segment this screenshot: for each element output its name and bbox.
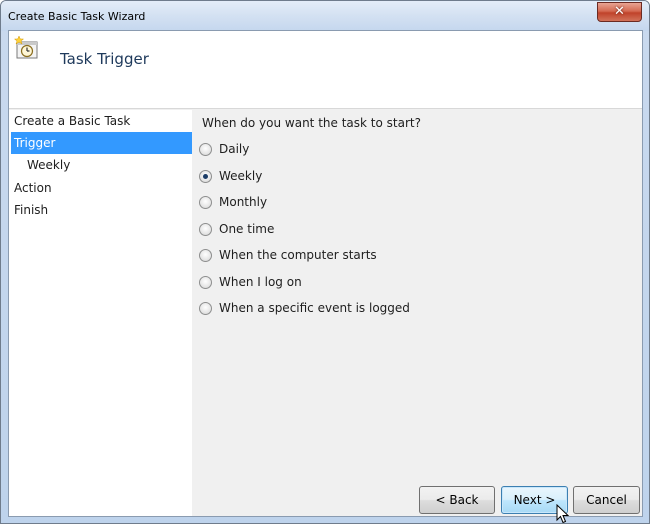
- close-button[interactable]: ✕: [597, 2, 642, 22]
- radio-label: Daily: [219, 142, 250, 156]
- radio-label: When the computer starts: [219, 248, 377, 262]
- mouse-cursor-icon: [556, 504, 570, 523]
- step-create-basic-task[interactable]: Create a Basic Task: [9, 110, 192, 132]
- page-title: Task Trigger: [60, 50, 149, 68]
- radio-weekly[interactable]: Weekly: [199, 167, 262, 185]
- step-label: Weekly: [27, 158, 71, 172]
- radio-button[interactable]: [199, 301, 212, 315]
- back-button[interactable]: < Back: [419, 486, 495, 514]
- wizard-window: Create Basic Task Wizard ✕ Task Trigger …: [0, 0, 650, 524]
- radio-label: When I log on: [219, 275, 302, 289]
- radio-one-time[interactable]: One time: [199, 220, 274, 238]
- step-trigger[interactable]: Trigger: [11, 132, 192, 154]
- step-label: Create a Basic Task: [14, 114, 131, 128]
- step-label: Trigger: [14, 136, 56, 150]
- radio-button[interactable]: [199, 142, 212, 156]
- trigger-question: When do you want the task to start?: [202, 116, 421, 130]
- clock-calendar-icon: [14, 36, 38, 59]
- radio-label: Weekly: [219, 169, 263, 183]
- radio-log-on[interactable]: When I log on: [199, 273, 302, 291]
- radio-button[interactable]: [199, 248, 212, 262]
- trigger-options-panel: When do you want the task to start? Dail…: [192, 110, 642, 516]
- close-icon: ✕: [614, 4, 625, 19]
- step-action[interactable]: Action: [9, 177, 192, 199]
- step-label: Finish: [14, 203, 49, 217]
- radio-button-checked[interactable]: [199, 169, 212, 183]
- title-bar[interactable]: Create Basic Task Wizard ✕: [1, 1, 649, 31]
- wizard-steps-sidebar: Create a Basic Task Trigger Weekly Actio…: [9, 110, 192, 516]
- step-label: Action: [14, 181, 52, 195]
- radio-label: When a specific event is logged: [219, 301, 410, 315]
- radio-button[interactable]: [199, 222, 212, 236]
- radio-monthly[interactable]: Monthly: [199, 193, 267, 211]
- wizard-header: Task Trigger: [9, 31, 642, 109]
- radio-daily[interactable]: Daily: [199, 140, 249, 158]
- radio-computer-starts[interactable]: When the computer starts: [199, 246, 377, 264]
- radio-label: One time: [219, 222, 275, 236]
- radio-button[interactable]: [199, 275, 212, 289]
- cancel-button[interactable]: Cancel: [573, 486, 640, 514]
- radio-label: Monthly: [219, 195, 268, 209]
- step-finish[interactable]: Finish: [9, 199, 192, 221]
- step-weekly[interactable]: Weekly: [9, 154, 192, 176]
- window-title: Create Basic Task Wizard: [8, 10, 146, 23]
- radio-event-logged[interactable]: When a specific event is logged: [199, 299, 410, 317]
- wizard-client-area: Task Trigger Create a Basic Task Trigger…: [8, 30, 643, 517]
- radio-button[interactable]: [199, 195, 212, 209]
